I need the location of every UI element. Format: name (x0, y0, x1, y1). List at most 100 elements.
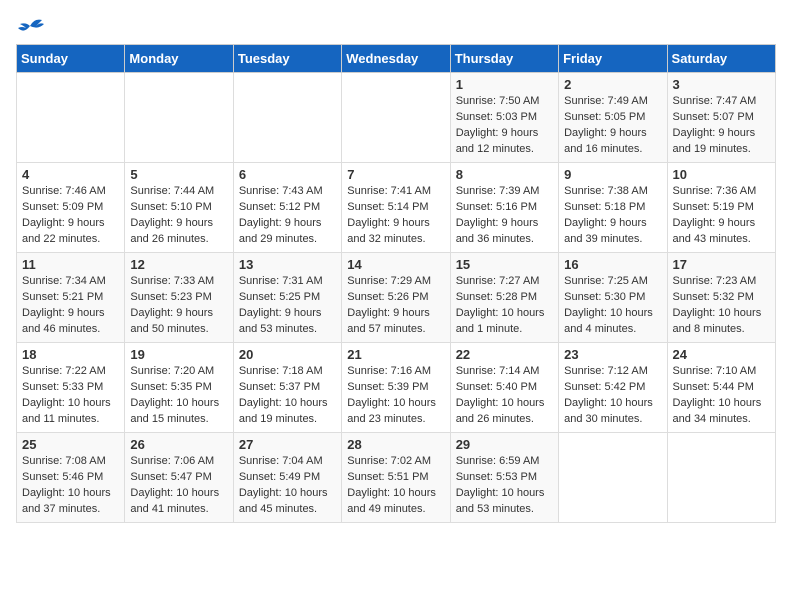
day-number: 6 (239, 167, 336, 182)
calendar-cell (559, 433, 667, 523)
calendar-cell: 3 Sunrise: 7:47 AM Sunset: 5:07 PM Daylig… (667, 73, 775, 163)
calendar-cell: 24 Sunrise: 7:10 AM Sunset: 5:44 PM Dayli… (667, 343, 775, 433)
calendar-cell: 9Sunrise: 7:38 AM Sunset: 5:18 PM Daylig… (559, 163, 667, 253)
day-number: 23 (564, 347, 661, 362)
day-number: 12 (130, 257, 227, 272)
calendar-cell: 20 Sunrise: 7:18 AM Sunset: 5:37 PM Dayli… (233, 343, 341, 433)
day-info: Sunrise: 7:33 AM Sunset: 5:23 PM Dayligh… (130, 274, 227, 338)
day-number: 15 (456, 257, 553, 272)
day-info: Sunrise: 7:46 AM Sunset: 5:09 PM Dayligh… (22, 184, 119, 248)
day-number: 2 (564, 77, 661, 92)
calendar-cell: 6 Sunrise: 7:43 AM Sunset: 5:12 PM Daylig… (233, 163, 341, 253)
calendar-cell: 12 Sunrise: 7:33 AM Sunset: 5:23 PM Dayli… (125, 253, 233, 343)
calendar-cell: 11 Sunrise: 7:34 AM Sunset: 5:21 PM Dayli… (17, 253, 125, 343)
day-info: Sunrise: 7:44 AM Sunset: 5:10 PM Dayligh… (130, 184, 227, 248)
day-number: 3 (673, 77, 770, 92)
calendar-cell: 27 Sunrise: 7:04 AM Sunset: 5:49 PM Dayli… (233, 433, 341, 523)
day-number: 24 (673, 347, 770, 362)
day-number: 8 (456, 167, 553, 182)
day-number: 19 (130, 347, 227, 362)
calendar-cell: 4 Sunrise: 7:46 AM Sunset: 5:09 PM Daylig… (17, 163, 125, 253)
calendar-cell: 5 Sunrise: 7:44 AM Sunset: 5:10 PM Daylig… (125, 163, 233, 253)
day-info: Sunrise: 7:27 AM Sunset: 5:28 PM Dayligh… (456, 274, 553, 338)
day-info: Sunrise: 7:39 AM Sunset: 5:16 PM Dayligh… (456, 184, 553, 248)
day-number: 22 (456, 347, 553, 362)
day-number: 14 (347, 257, 444, 272)
calendar-cell: 18 Sunrise: 7:22 AM Sunset: 5:33 PM Dayli… (17, 343, 125, 433)
calendar-cell: 19 Sunrise: 7:20 AM Sunset: 5:35 PM Dayli… (125, 343, 233, 433)
weekday-header-tuesday: Tuesday (233, 45, 341, 73)
day-number: 16 (564, 257, 661, 272)
calendar-cell: 29 Sunrise: 6:59 AM Sunset: 5:53 PM Dayli… (450, 433, 558, 523)
day-info: Sunrise: 7:16 AM Sunset: 5:39 PM Dayligh… (347, 364, 444, 428)
day-info: Sunrise: 7:06 AM Sunset: 5:47 PM Dayligh… (130, 454, 227, 518)
calendar-table: SundayMondayTuesdayWednesdayThursdayFrid… (16, 44, 776, 523)
day-info: Sunrise: 7:08 AM Sunset: 5:46 PM Dayligh… (22, 454, 119, 518)
calendar-cell (17, 73, 125, 163)
day-info: Sunrise: 7:04 AM Sunset: 5:49 PM Dayligh… (239, 454, 336, 518)
calendar-cell: 13 Sunrise: 7:31 AM Sunset: 5:25 PM Dayli… (233, 253, 341, 343)
calendar-cell: 10 Sunrise: 7:36 AM Sunset: 5:19 PM Dayli… (667, 163, 775, 253)
day-info: Sunrise: 7:10 AM Sunset: 5:44 PM Dayligh… (673, 364, 770, 428)
calendar-cell: 25Sunrise: 7:08 AM Sunset: 5:46 PM Dayli… (17, 433, 125, 523)
day-number: 7 (347, 167, 444, 182)
logo-bird-icon (16, 16, 44, 36)
day-number: 4 (22, 167, 119, 182)
weekday-header-friday: Friday (559, 45, 667, 73)
day-info: Sunrise: 7:50 AM Sunset: 5:03 PM Dayligh… (456, 94, 553, 158)
calendar-cell: 1 Sunrise: 7:50 AM Sunset: 5:03 PM Daylig… (450, 73, 558, 163)
day-info: Sunrise: 6:59 AM Sunset: 5:53 PM Dayligh… (456, 454, 553, 518)
calendar-cell: 28 Sunrise: 7:02 AM Sunset: 5:51 PM Dayli… (342, 433, 450, 523)
day-info: Sunrise: 7:22 AM Sunset: 5:33 PM Dayligh… (22, 364, 119, 428)
day-info: Sunrise: 7:47 AM Sunset: 5:07 PM Dayligh… (673, 94, 770, 158)
day-info: Sunrise: 7:36 AM Sunset: 5:19 PM Dayligh… (673, 184, 770, 248)
calendar-cell: 8 Sunrise: 7:39 AM Sunset: 5:16 PM Daylig… (450, 163, 558, 253)
day-number: 10 (673, 167, 770, 182)
weekday-header-monday: Monday (125, 45, 233, 73)
logo (16, 16, 46, 36)
calendar-cell: 16 Sunrise: 7:25 AM Sunset: 5:30 PM Dayli… (559, 253, 667, 343)
calendar-cell: 14 Sunrise: 7:29 AM Sunset: 5:26 PM Dayli… (342, 253, 450, 343)
day-number: 20 (239, 347, 336, 362)
calendar-cell (667, 433, 775, 523)
header (16, 16, 776, 36)
day-number: 9 (564, 167, 661, 182)
weekday-header-saturday: Saturday (667, 45, 775, 73)
day-info: Sunrise: 7:41 AM Sunset: 5:14 PM Dayligh… (347, 184, 444, 248)
day-info: Sunrise: 7:25 AM Sunset: 5:30 PM Dayligh… (564, 274, 661, 338)
day-info: Sunrise: 7:49 AM Sunset: 5:05 PM Dayligh… (564, 94, 661, 158)
day-number: 1 (456, 77, 553, 92)
day-info: Sunrise: 7:31 AM Sunset: 5:25 PM Dayligh… (239, 274, 336, 338)
day-info: Sunrise: 7:12 AM Sunset: 5:42 PM Dayligh… (564, 364, 661, 428)
calendar-cell: 7 Sunrise: 7:41 AM Sunset: 5:14 PM Daylig… (342, 163, 450, 253)
calendar-cell: 23 Sunrise: 7:12 AM Sunset: 5:42 PM Dayli… (559, 343, 667, 433)
day-info: Sunrise: 7:23 AM Sunset: 5:32 PM Dayligh… (673, 274, 770, 338)
weekday-header-sunday: Sunday (17, 45, 125, 73)
calendar-cell: 17 Sunrise: 7:23 AM Sunset: 5:32 PM Dayli… (667, 253, 775, 343)
day-number: 29 (456, 437, 553, 452)
day-number: 11 (22, 257, 119, 272)
day-info: Sunrise: 7:02 AM Sunset: 5:51 PM Dayligh… (347, 454, 444, 518)
calendar-cell (342, 73, 450, 163)
day-info: Sunrise: 7:14 AM Sunset: 5:40 PM Dayligh… (456, 364, 553, 428)
day-number: 26 (130, 437, 227, 452)
day-info: Sunrise: 7:29 AM Sunset: 5:26 PM Dayligh… (347, 274, 444, 338)
weekday-header-wednesday: Wednesday (342, 45, 450, 73)
calendar-cell: 26 Sunrise: 7:06 AM Sunset: 5:47 PM Dayli… (125, 433, 233, 523)
day-info: Sunrise: 7:18 AM Sunset: 5:37 PM Dayligh… (239, 364, 336, 428)
day-number: 5 (130, 167, 227, 182)
calendar-cell: 2 Sunrise: 7:49 AM Sunset: 5:05 PM Daylig… (559, 73, 667, 163)
day-info: Sunrise: 7:43 AM Sunset: 5:12 PM Dayligh… (239, 184, 336, 248)
calendar-cell: 22 Sunrise: 7:14 AM Sunset: 5:40 PM Dayli… (450, 343, 558, 433)
day-number: 27 (239, 437, 336, 452)
day-number: 13 (239, 257, 336, 272)
calendar-cell (233, 73, 341, 163)
calendar-cell: 21Sunrise: 7:16 AM Sunset: 5:39 PM Dayli… (342, 343, 450, 433)
day-info: Sunrise: 7:34 AM Sunset: 5:21 PM Dayligh… (22, 274, 119, 338)
weekday-header-thursday: Thursday (450, 45, 558, 73)
day-number: 17 (673, 257, 770, 272)
day-number: 18 (22, 347, 119, 362)
day-info: Sunrise: 7:20 AM Sunset: 5:35 PM Dayligh… (130, 364, 227, 428)
day-number: 28 (347, 437, 444, 452)
calendar-cell (125, 73, 233, 163)
